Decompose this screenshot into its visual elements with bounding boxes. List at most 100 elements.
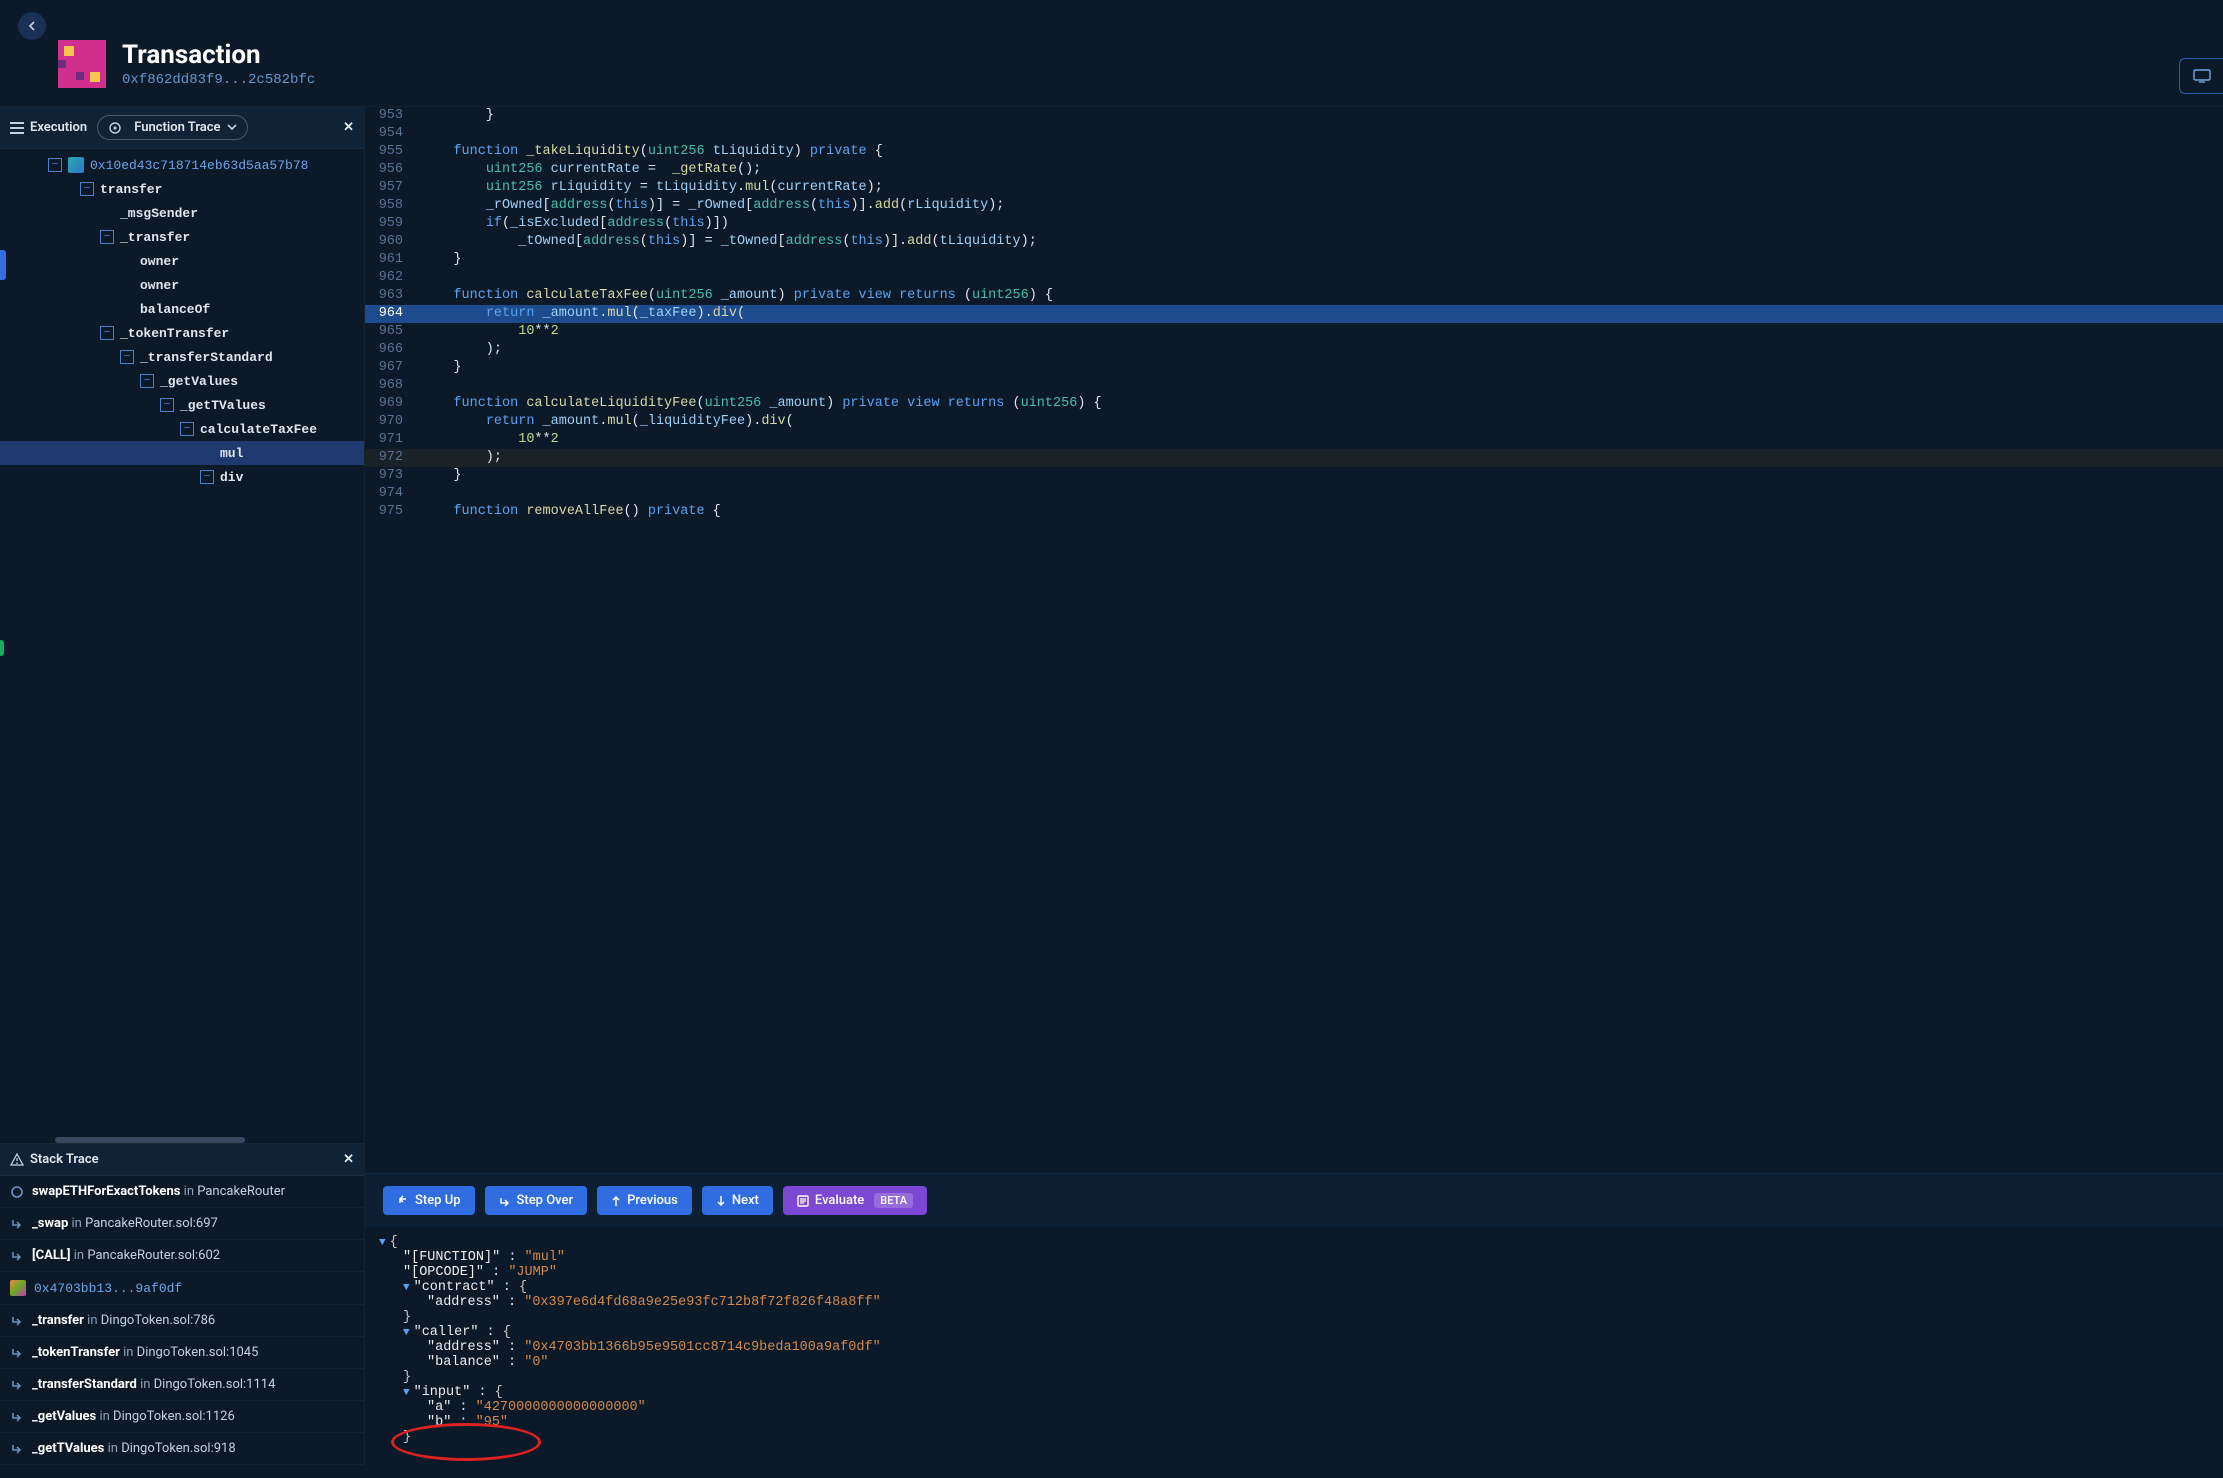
evaluate-button[interactable]: EvaluateBETA (783, 1186, 927, 1215)
arrow-up-icon (611, 1195, 621, 1207)
sub-arrow-icon (10, 1410, 24, 1424)
close-execution-panel[interactable]: ✕ (343, 120, 354, 135)
code-line[interactable]: 960 _tOwned[address(this)] = _tOwned[add… (365, 233, 2223, 251)
tree-node[interactable]: owner (0, 273, 364, 297)
tree-node[interactable]: −transfer (0, 177, 364, 201)
stack-row[interactable]: _tokenTransfer in DingoToken.sol:1045 (0, 1337, 364, 1369)
code-line[interactable]: 963 function calculateTaxFee(uint256 _am… (365, 287, 2223, 305)
tree-node[interactable]: −calculateTaxFee (0, 417, 364, 441)
caret-down-icon[interactable]: ▼ (379, 1237, 386, 1249)
stack-function: _transferStandard (32, 1377, 137, 1392)
source-code-viewer[interactable]: 953 }954955 function _takeLiquidity(uint… (365, 107, 2223, 1173)
tree-node[interactable]: −_tokenTransfer (0, 321, 364, 345)
previous-button[interactable]: Previous (597, 1186, 692, 1215)
code-text: } (415, 467, 2223, 485)
code-line[interactable]: 969 function calculateLiquidityFee(uint2… (365, 395, 2223, 413)
code-line[interactable]: 957 uint256 rLiquidity = tLiquidity.mul(… (365, 179, 2223, 197)
collapse-icon[interactable]: − (120, 350, 134, 364)
caret-down-icon[interactable]: ▼ (403, 1327, 410, 1339)
code-text: 10**2 (415, 323, 2223, 341)
caret-down-icon[interactable]: ▼ (403, 1282, 410, 1294)
stack-row[interactable]: _getTValues in DingoToken.sol:918 (0, 1433, 364, 1465)
collapse-icon[interactable]: − (48, 158, 62, 172)
line-number: 968 (365, 377, 415, 395)
stack-row[interactable]: _transfer in DingoToken.sol:786 (0, 1305, 364, 1337)
tree-node-label: _tokenTransfer (120, 326, 229, 341)
next-button[interactable]: Next (702, 1186, 773, 1215)
code-line[interactable]: 958 _rOwned[address(this)] = _rOwned[add… (365, 197, 2223, 215)
tree-node[interactable]: −_transfer (0, 225, 364, 249)
execution-tab-label[interactable]: Execution (30, 120, 87, 135)
code-line[interactable]: 962 (365, 269, 2223, 287)
code-line[interactable]: 967 } (365, 359, 2223, 377)
tree-node-label: mul (220, 446, 243, 461)
stack-function: _transfer (32, 1313, 84, 1328)
sub-arrow-icon (10, 1217, 24, 1231)
contract-icon (68, 157, 84, 173)
collapse-icon[interactable]: − (180, 422, 194, 436)
inspector-panel[interactable]: ▼{"[FUNCTION]" : "mul""[OPCODE]" : "JUMP… (365, 1227, 2223, 1465)
stack-row[interactable]: _swap in PancakeRouter.sol:697 (0, 1208, 364, 1240)
code-line[interactable]: 966 ); (365, 341, 2223, 359)
collapse-icon[interactable]: − (80, 182, 94, 196)
sub-arrow-icon (10, 1314, 24, 1328)
code-line[interactable]: 973 } (365, 467, 2223, 485)
code-line[interactable]: 971 10**2 (365, 431, 2223, 449)
code-line[interactable]: 968 (365, 377, 2223, 395)
stack-function: _swap (32, 1216, 68, 1231)
code-line[interactable]: 955 function _takeLiquidity(uint256 tLiq… (365, 143, 2223, 161)
stack-location: DingoToken.sol:1045 (137, 1345, 259, 1360)
back-button[interactable] (18, 12, 46, 40)
tree-node-label: _getValues (160, 374, 238, 389)
code-text: } (415, 251, 2223, 269)
tree-node[interactable]: −_getValues (0, 369, 364, 393)
line-number: 960 (365, 233, 415, 251)
collapse-icon[interactable]: − (100, 230, 114, 244)
collapse-icon[interactable]: − (200, 470, 214, 484)
stack-address-link[interactable]: 0x4703bb13...9af0df (34, 1281, 182, 1296)
tree-node[interactable]: owner (0, 249, 364, 273)
line-number: 971 (365, 431, 415, 449)
step-up-button[interactable]: Step Up (383, 1186, 475, 1215)
tree-node[interactable]: _msgSender (0, 201, 364, 225)
code-line[interactable]: 956 uint256 currentRate = _getRate(); (365, 161, 2223, 179)
stack-function: _getValues (32, 1409, 96, 1424)
code-line[interactable]: 964 return _amount.mul(_taxFee).div( (365, 305, 2223, 323)
tree-node[interactable]: −_transferStandard (0, 345, 364, 369)
code-line[interactable]: 959 if(_isExcluded[address(this)]) (365, 215, 2223, 233)
stack-trace-list[interactable]: swapETHForExactTokens in PancakeRouter_s… (0, 1176, 364, 1465)
code-line[interactable]: 974 (365, 485, 2223, 503)
tree-root[interactable]: −0x10ed43c718714eb63d5aa57b78 (0, 153, 364, 177)
function-trace-tab[interactable]: Function Trace (97, 115, 247, 140)
tree-node[interactable]: −div (0, 465, 364, 489)
step-over-button[interactable]: Step Over (485, 1186, 588, 1215)
caret-down-icon[interactable]: ▼ (403, 1387, 410, 1399)
stack-row[interactable]: [CALL] in PancakeRouter.sol:602 (0, 1240, 364, 1272)
code-line[interactable]: 972 ); (365, 449, 2223, 467)
code-line[interactable]: 965 10**2 (365, 323, 2223, 341)
tree-node[interactable]: balanceOf (0, 297, 364, 321)
stack-row[interactable]: 0x4703bb13...9af0df (0, 1272, 364, 1305)
stack-row[interactable]: _getValues in DingoToken.sol:1126 (0, 1401, 364, 1433)
stack-location: DingoToken.sol:786 (101, 1313, 215, 1328)
code-line[interactable]: 975 function removeAllFee() private { (365, 503, 2223, 521)
code-line[interactable]: 961 } (365, 251, 2223, 269)
collapse-icon[interactable]: − (140, 374, 154, 388)
tree-node[interactable]: −_getTValues (0, 393, 364, 417)
code-line[interactable]: 954 (365, 125, 2223, 143)
monitor-button[interactable] (2179, 58, 2223, 94)
code-text: } (415, 107, 2223, 125)
tree-node[interactable]: mul (0, 441, 364, 465)
code-line[interactable]: 970 return _amount.mul(_liquidityFee).di… (365, 413, 2223, 431)
stack-row[interactable]: swapETHForExactTokens in PancakeRouter (0, 1176, 364, 1208)
line-number: 972 (365, 449, 415, 467)
collapse-icon[interactable]: − (160, 398, 174, 412)
code-line[interactable]: 953 } (365, 107, 2223, 125)
call-tree[interactable]: −0x10ed43c718714eb63d5aa57b78−transfer_m… (0, 149, 364, 1135)
line-number: 966 (365, 341, 415, 359)
code-text: return _amount.mul(_liquidityFee).div( (415, 413, 2223, 431)
collapse-icon[interactable]: − (100, 326, 114, 340)
transaction-hash[interactable]: 0xf862dd83f9...2c582bfc (122, 72, 315, 88)
stack-row[interactable]: _transferStandard in DingoToken.sol:1114 (0, 1369, 364, 1401)
close-stack-panel[interactable]: ✕ (343, 1152, 354, 1167)
